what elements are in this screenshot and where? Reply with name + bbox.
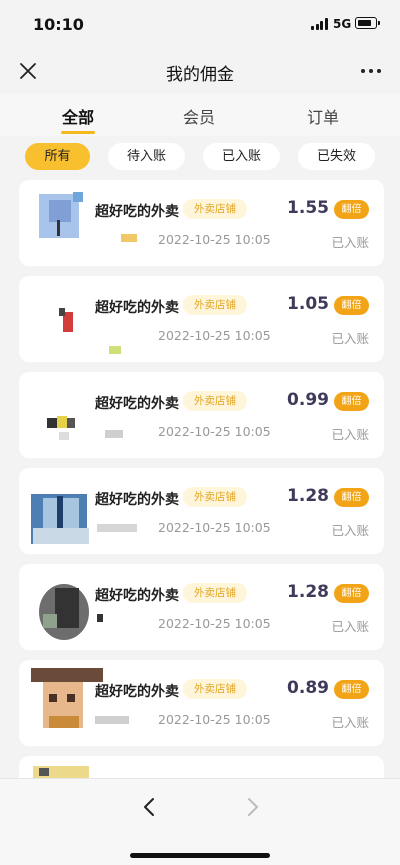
double-badge[interactable]: 翻倍 [334, 680, 369, 699]
home-indicator[interactable] [130, 853, 270, 858]
merchant-avatar [33, 286, 121, 354]
commission-card[interactable]: 超好吃的外卖 外卖店铺 0.99 翻倍 2022-10-25 10:05 已入账 [19, 372, 384, 458]
back-arrow-icon [144, 798, 154, 816]
order-time: 2022-10-25 10:05 [158, 232, 271, 247]
filter-credited[interactable]: 已入账 [203, 143, 280, 170]
commission-amount: 1.28 [287, 486, 329, 506]
shop-type-tag: 外卖店铺 [183, 295, 247, 315]
filter-pending[interactable]: 待入账 [108, 143, 185, 170]
nav-bar: 我的佣金 [0, 48, 400, 94]
order-time: 2022-10-25 10:05 [158, 424, 271, 439]
tab-all[interactable]: 全部 [38, 104, 118, 128]
commission-card[interactable]: 超好吃的外卖 外卖店铺 1.55 翻倍 2022-10-25 10:05 已入账 [19, 180, 384, 266]
double-badge[interactable]: 翻倍 [334, 584, 369, 603]
tab-indicator [61, 131, 95, 134]
more-button[interactable] [358, 62, 384, 80]
filter-expired[interactable]: 已失效 [298, 143, 375, 170]
merchant-name: 超好吃的外卖 [95, 300, 179, 316]
merchant-avatar [31, 668, 103, 728]
double-badge[interactable]: 翻倍 [334, 488, 369, 507]
merchant-avatar [33, 190, 89, 246]
double-badge[interactable]: 翻倍 [334, 200, 369, 219]
forward-button[interactable] [245, 796, 261, 818]
double-badge[interactable]: 翻倍 [334, 392, 369, 411]
page-title: 我的佣金 [166, 65, 234, 85]
status-time: 10:10 [33, 15, 84, 34]
merchant-name: 超好吃的外卖 [95, 588, 179, 604]
back-button[interactable] [141, 796, 157, 818]
merchant-avatar [33, 574, 89, 640]
merchant-name: 超好吃的外卖 [95, 492, 179, 508]
order-status: 已入账 [331, 523, 369, 538]
more-dots-icon [361, 69, 365, 73]
forward-arrow-icon [248, 798, 258, 816]
order-time: 2022-10-25 10:05 [158, 520, 271, 535]
order-status: 已入账 [331, 619, 369, 634]
order-status: 已入账 [331, 427, 369, 442]
double-badge[interactable]: 翻倍 [334, 296, 369, 315]
commission-card[interactable]: 超好吃的外卖 外卖店铺 1.28 翻倍 2022-10-25 10:05 已入账 [19, 564, 384, 650]
commission-card[interactable]: 超好吃的外卖 外卖店铺 1.28 翻倍 2022-10-25 10:05 已入账 [19, 468, 384, 554]
signal-icon [311, 18, 328, 30]
status-bar: 10:10 5G [0, 0, 400, 48]
tab-orders[interactable]: 订单 [283, 104, 363, 128]
filter-bar: 所有 待入账 已入账 已失效 [0, 140, 400, 176]
commission-card[interactable]: 超好吃的外卖 外卖店铺 1.05 翻倍 2022-10-25 10:05 已入账 [19, 276, 384, 362]
tab-bar: 全部 会员 订单 [0, 94, 400, 136]
order-time: 2022-10-25 10:05 [158, 712, 271, 727]
order-time: 2022-10-25 10:05 [158, 328, 271, 343]
shop-type-tag: 外卖店铺 [183, 391, 247, 411]
merchant-name: 超好吃的外卖 [95, 396, 179, 412]
tab-members[interactable]: 会员 [159, 104, 239, 128]
order-status: 已入账 [331, 331, 369, 346]
commission-amount: 0.89 [287, 678, 329, 698]
commission-amount: 0.99 [287, 390, 329, 410]
shop-type-tag: 外卖店铺 [183, 679, 247, 699]
commission-card[interactable]: 超好吃的外卖 外卖店铺 0.89 翻倍 2022-10-25 10:05 已入账 [19, 660, 384, 746]
shop-type-tag: 外卖店铺 [183, 583, 247, 603]
filter-all[interactable]: 所有 [25, 143, 90, 170]
merchant-avatar [31, 478, 89, 544]
merchant-name: 超好吃的外卖 [95, 204, 179, 220]
order-status: 已入账 [331, 715, 369, 730]
shop-type-tag: 外卖店铺 [183, 199, 247, 219]
order-time: 2022-10-25 10:05 [158, 616, 271, 631]
commission-amount: 1.05 [287, 294, 329, 314]
network-label: 5G [333, 17, 352, 31]
merchant-avatar [33, 382, 89, 440]
battery-icon [355, 17, 380, 29]
order-status: 已入账 [331, 235, 369, 250]
merchant-name: 超好吃的外卖 [95, 684, 179, 700]
shop-type-tag: 外卖店铺 [183, 487, 247, 507]
bottom-toolbar [0, 778, 400, 865]
commission-amount: 1.55 [287, 198, 329, 218]
commission-amount: 1.28 [287, 582, 329, 602]
